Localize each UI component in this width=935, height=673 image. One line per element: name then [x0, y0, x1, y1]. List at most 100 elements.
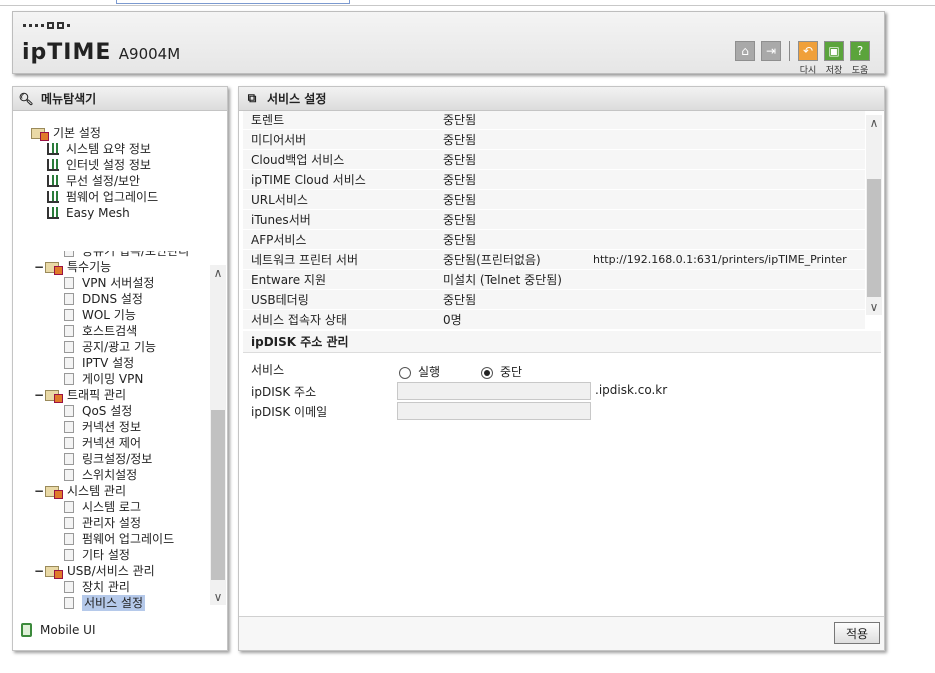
ipdisk-address-label: ipDISK 주소	[251, 385, 317, 399]
tree-item-easy-mesh[interactable]: Easy Mesh	[13, 205, 227, 221]
help-icon[interactable]: ?	[850, 41, 870, 61]
service-status: 중단됨	[443, 233, 477, 247]
service-row-iptime-cloud: ipTIME Cloud 서비스 중단됨	[243, 170, 865, 190]
service-row-itunes: iTunes서버 중단됨	[243, 210, 865, 230]
scrollbar-thumb[interactable]	[867, 179, 881, 297]
radio-stop[interactable]	[481, 366, 493, 379]
menu-explorer: 🔍︎ 메뉴탐색기 기본 설정 시스템 요약 정보 인터넷 설정 정보 무선 설정…	[12, 86, 228, 651]
tree-item[interactable]: DDNS 설정	[13, 291, 209, 307]
mobile-ui-link[interactable]: Mobile UI	[21, 623, 96, 637]
tree-item-label: 서비스 설정	[82, 595, 146, 611]
tree-item[interactable]: 시스템 로그	[13, 499, 209, 515]
logout-icon[interactable]: ⇥	[761, 41, 781, 61]
scroll-down-icon[interactable]: ∨	[210, 589, 226, 605]
tree-item[interactable]: VPN 서버설정	[13, 275, 209, 291]
tree-group-basic[interactable]: 기본 설정	[13, 125, 227, 141]
scroll-up-icon[interactable]: ∧	[866, 115, 882, 131]
ipdisk-email-input[interactable]	[397, 402, 591, 420]
page-icon	[64, 469, 74, 481]
ipdisk-service-row: 서비스 실행 중단	[251, 361, 851, 381]
ipdisk-stop-radio[interactable]: 중단	[481, 363, 522, 380]
tree-group-label: 트래픽 관리	[67, 388, 127, 402]
tree-item-label: 무선 설정/보안	[66, 174, 141, 188]
help-button[interactable]: ? 도움	[850, 41, 870, 76]
tree-item[interactable]: QoS 설정	[13, 403, 209, 419]
tree-item-selected[interactable]: 서비스 설정	[13, 595, 209, 611]
ipdisk-run-radio[interactable]: 실행	[399, 363, 440, 380]
service-row-afp: AFP서비스 중단됨	[243, 230, 865, 250]
service-row-entware: Entware 지원 미설치 (Telnet 중단됨)	[243, 270, 865, 290]
service-list-scrollbar[interactable]: ∧ ∨	[866, 115, 882, 315]
tree-item[interactable]: 펌웨어 업그레이드	[13, 531, 209, 547]
tree-item-label: 시스템 요약 정보	[66, 142, 151, 156]
collapse-icon[interactable]: −	[34, 387, 44, 403]
tree-group-label: 특수기능	[67, 260, 112, 274]
ipdisk-domain-suffix: .ipdisk.co.kr	[595, 383, 668, 397]
ipdisk-service-label: 서비스	[251, 363, 285, 377]
ipdisk-address-input[interactable]	[397, 382, 591, 400]
tree-item-wireless[interactable]: 무선 설정/보안	[13, 173, 227, 189]
tree-item[interactable]: 장치 관리	[13, 579, 209, 595]
mobile-ui-label: Mobile UI	[40, 623, 96, 637]
service-settings-title: ⧉ 서비스 설정	[239, 87, 884, 111]
tree-group-system[interactable]: − 시스템 관리	[13, 483, 209, 499]
tree-item-label: 커넥션 제어	[82, 436, 142, 450]
tree-item-internet-info[interactable]: 인터넷 설정 정보	[13, 157, 227, 173]
header-divider	[789, 41, 790, 61]
page-icon	[64, 373, 74, 385]
collapse-icon[interactable]: −	[34, 563, 44, 579]
ipdisk-email-row: ipDISK 이메일	[251, 402, 851, 422]
service-name: Entware 지원	[251, 273, 327, 287]
tree-item[interactable]: 기타 설정	[13, 547, 209, 563]
scroll-up-icon[interactable]: ∧	[210, 265, 226, 281]
collapse-icon[interactable]: −	[34, 483, 44, 499]
stop-label: 중단	[500, 365, 523, 379]
tree-item[interactable]: 링크설정/정보	[13, 451, 209, 467]
tree-group-traffic[interactable]: − 트래픽 관리	[13, 387, 209, 403]
collapse-icon[interactable]: −	[34, 259, 44, 275]
mesh-icon	[47, 207, 59, 219]
tree-item-label: 커넥션 정보	[82, 420, 142, 434]
home-icon[interactable]: ⌂	[735, 41, 755, 61]
service-row-usb-tethering: USB테더링 중단됨	[243, 290, 865, 310]
save-button[interactable]: ▣ 저장	[824, 41, 844, 76]
menu-scrollbar[interactable]: ∧ ∨	[210, 265, 226, 605]
tree-item-label: 게이밍 VPN	[82, 372, 144, 386]
tree-item-label: 관리자 설정	[82, 516, 142, 530]
page-icon	[64, 325, 74, 337]
tree-item[interactable]: WOL 기능	[13, 307, 209, 323]
tree-item-system-summary[interactable]: 시스템 요약 정보	[13, 141, 227, 157]
tree-item[interactable]: 관리자 설정	[13, 515, 209, 531]
tree-group-usb[interactable]: − USB/서비스 관리	[13, 563, 209, 579]
chart-icon	[47, 143, 59, 155]
apply-button[interactable]: 적용	[834, 622, 880, 644]
tree-item[interactable]: 스위치설정	[13, 467, 209, 483]
service-row-torrent: 토렌트 중단됨	[243, 111, 865, 130]
service-name: USB테더링	[251, 293, 309, 307]
tree-item-label: WOL 기능	[82, 308, 136, 322]
service-name: iTunes서버	[251, 213, 311, 227]
tree-group-special[interactable]: − 특수기능	[13, 259, 209, 275]
tree-item[interactable]: 호스트검색	[13, 323, 209, 339]
tree-item[interactable]: 게이밍 VPN	[13, 371, 209, 387]
tree-item[interactable]: IPTV 설정	[13, 355, 209, 371]
tree-item[interactable]: 공지/광고 기능	[13, 339, 209, 355]
radio-run[interactable]	[399, 366, 411, 379]
tree-item-label: 호스트검색	[82, 324, 138, 338]
page-icon	[64, 581, 74, 593]
tree-item[interactable]: 커넥션 제어	[13, 435, 209, 451]
scrollbar-thumb[interactable]	[211, 410, 225, 580]
tree-item-router-access[interactable]: 공유기 접속/보안관리	[13, 251, 209, 259]
service-settings-panel: ⧉ 서비스 설정 토렌트 중단됨 미디어서버 중단됨 Cloud백업 서비스 중단됨 …	[238, 86, 885, 651]
scroll-down-icon[interactable]: ∨	[866, 299, 882, 315]
save-icon[interactable]: ▣	[824, 41, 844, 61]
service-status-list: 토렌트 중단됨 미디어서버 중단됨 Cloud백업 서비스 중단됨 ipTIME Cl…	[243, 111, 865, 337]
undo-button[interactable]: ↶ 다시	[798, 41, 818, 76]
tree-item-firmware[interactable]: 펌웨어 업그레이드	[13, 189, 227, 205]
tree-item[interactable]: 커넥션 정보	[13, 419, 209, 435]
help-label: 도움	[851, 66, 869, 76]
app-header: ipTIME A9004M ⌂ ⇥ ↶ 다시 ▣ 저장 ? 도움	[12, 11, 885, 76]
tree-group-label: USB/서비스 관리	[67, 564, 155, 578]
undo-icon[interactable]: ↶	[798, 41, 818, 61]
service-status: 중단됨(프린터없음)	[443, 253, 541, 267]
